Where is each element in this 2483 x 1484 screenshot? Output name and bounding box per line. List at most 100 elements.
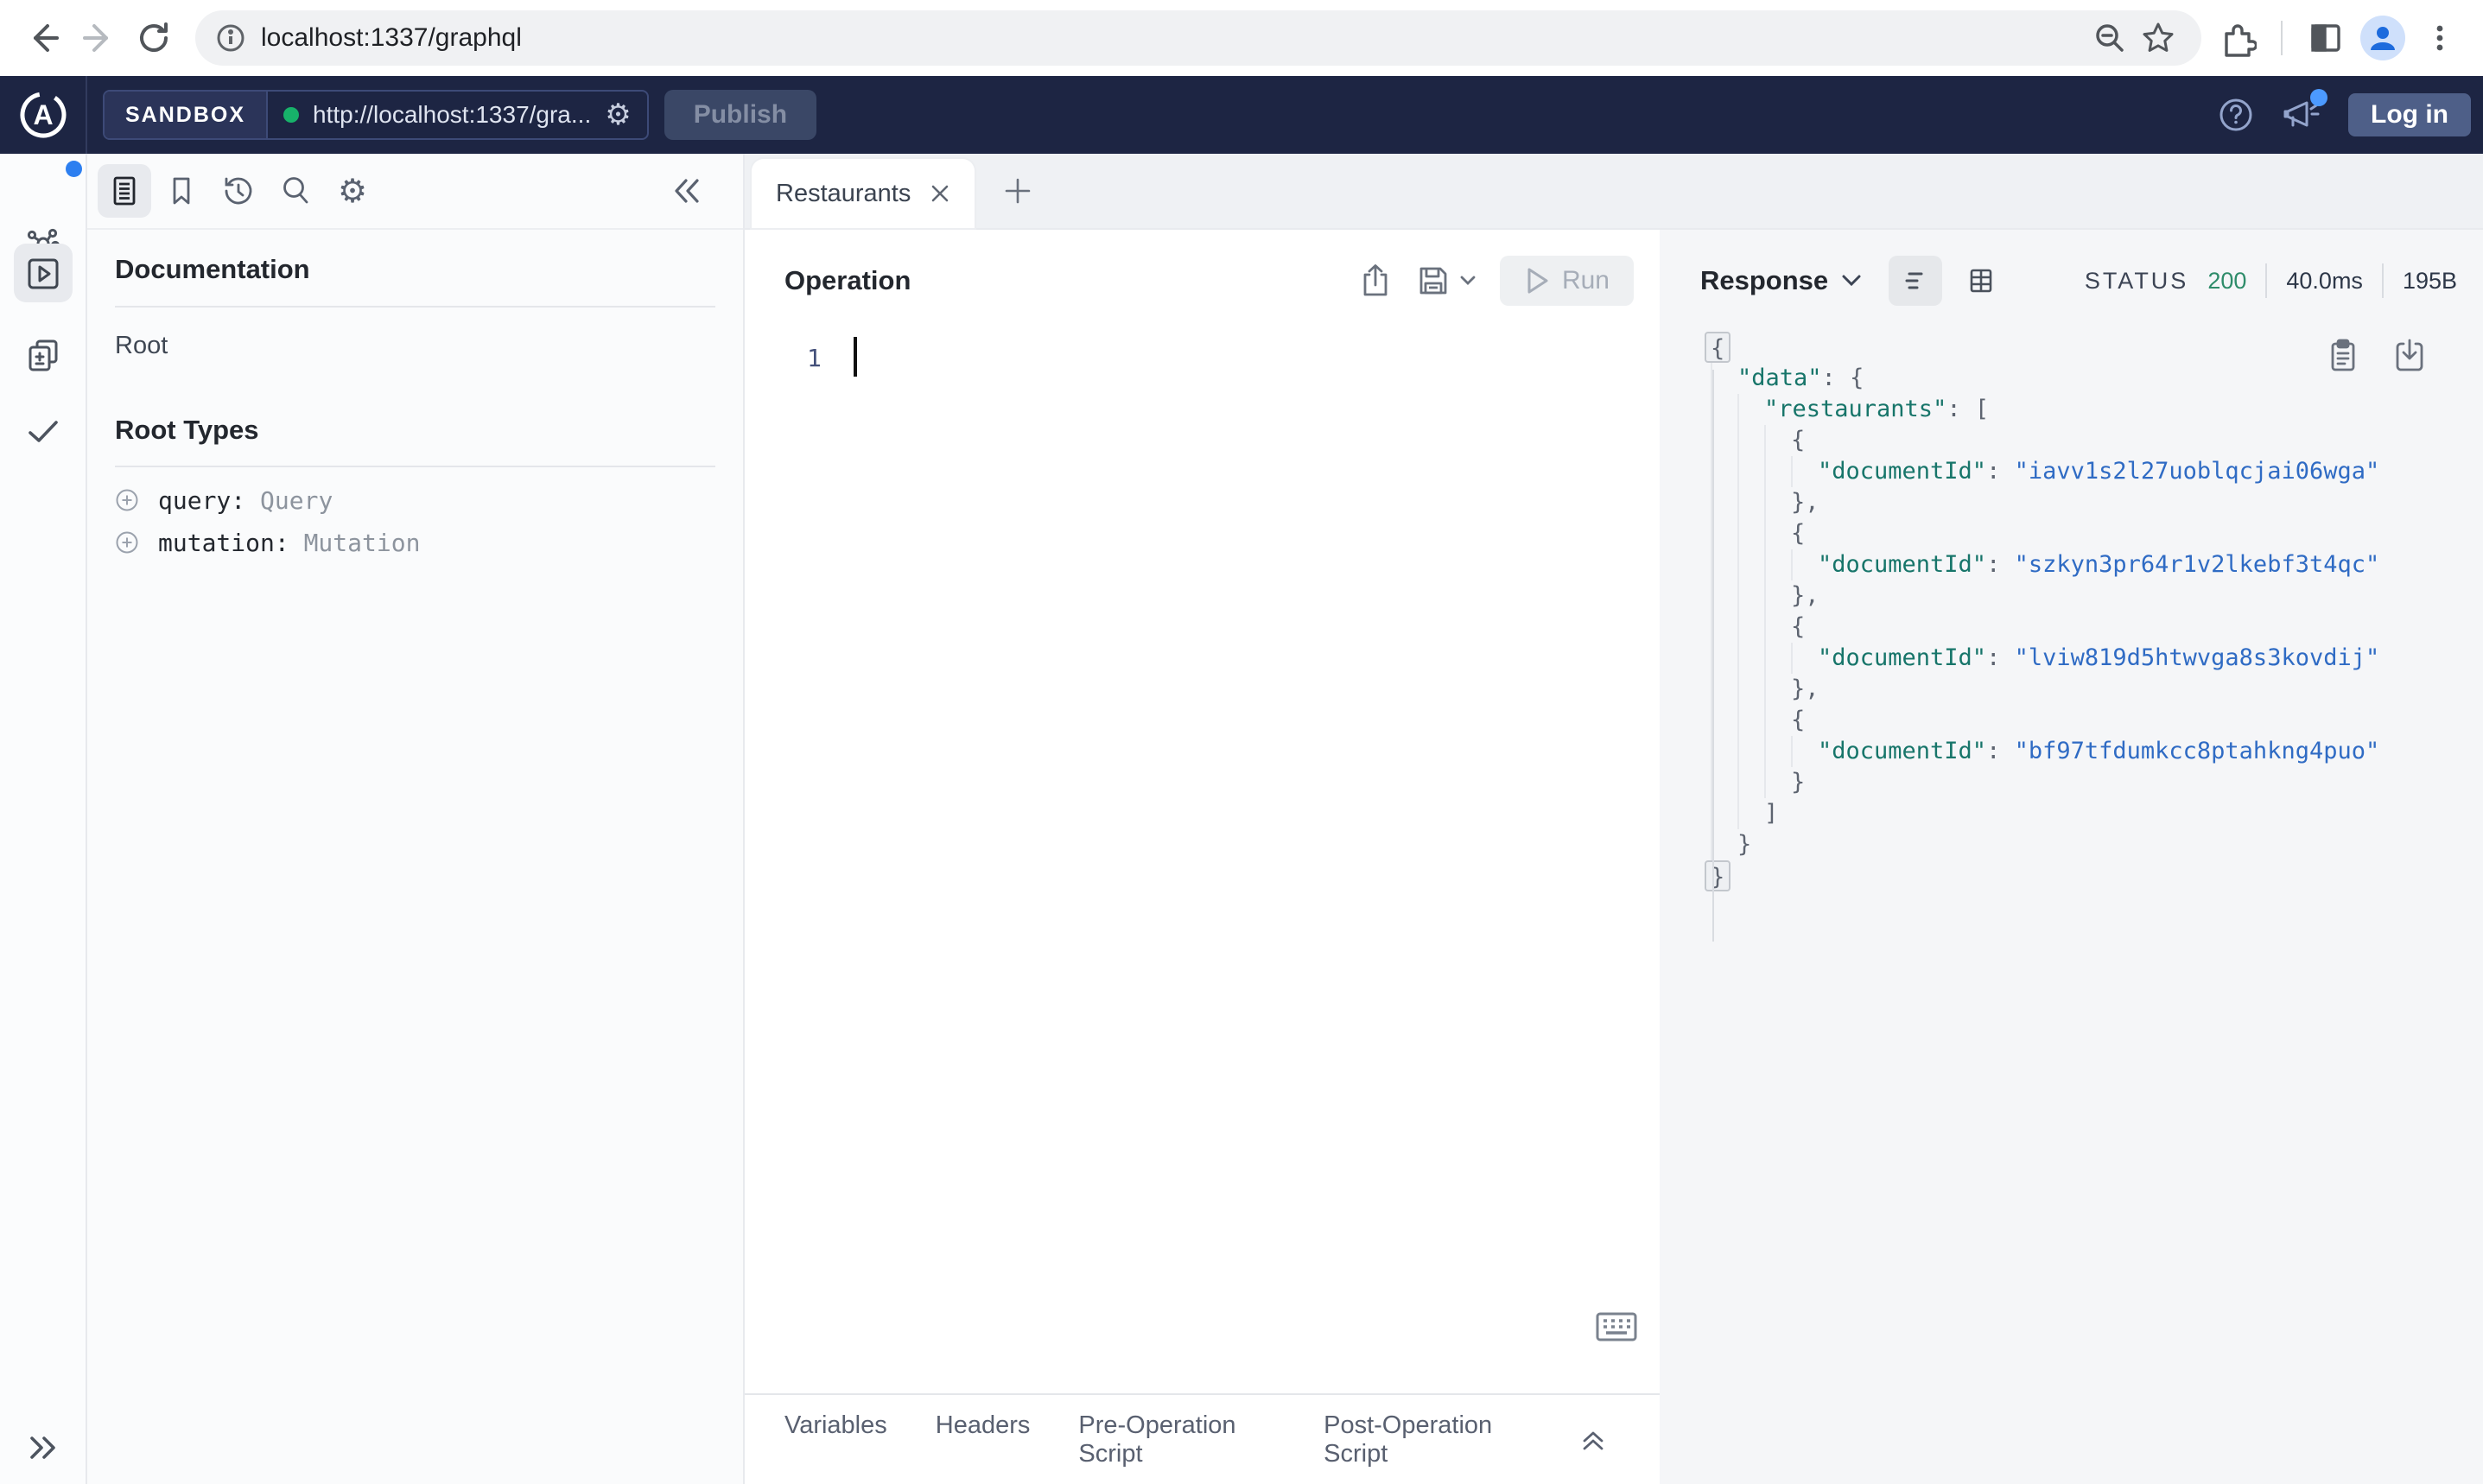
schema-update-dot [66, 161, 82, 177]
tab-strip: Restaurants [745, 154, 2483, 230]
apollo-logo[interactable]: A [0, 76, 87, 154]
browser-url-bar[interactable]: localhost:1337/graphql [195, 10, 2201, 66]
endpoint-selector[interactable]: SANDBOX http://localhost:1337/gra... ⚙ [103, 90, 649, 140]
profile-avatar[interactable] [2360, 16, 2405, 60]
fold-toggle[interactable]: } [1705, 860, 1731, 891]
type-field-name: query: [158, 485, 261, 515]
keyboard-shortcuts-icon[interactable] [1595, 1311, 1638, 1342]
response-size: 195B [2402, 267, 2457, 294]
json-line: "documentId": "bf97tfdumkcc8ptahkng4puo" [1711, 736, 2379, 767]
announcements-icon[interactable] [2281, 89, 2328, 134]
response-title: Response [1700, 265, 1829, 295]
response-json[interactable]: {"data": {"restaurants": [{"documentId":… [1705, 332, 2379, 942]
json-line: }, [1711, 580, 2379, 612]
json-line: { [1711, 612, 2379, 643]
response-metrics: STATUS 200 40.0ms 195B [2085, 263, 2457, 298]
metric-divider [2381, 263, 2384, 298]
json-line: { [1705, 332, 2379, 363]
save-operation-group[interactable] [1415, 263, 1477, 299]
response-panel: Response STATUS 200 40.0ms 195B {"data"… [1660, 230, 2483, 1484]
json-line: "documentId": "lviw819d5htwvga8s3kovdij" [1711, 643, 2379, 674]
history-icon[interactable] [212, 164, 265, 218]
run-button[interactable]: Run [1499, 256, 1634, 306]
json-line: "documentId": "iavv1s2l27uoblqcjai06wga" [1711, 456, 2379, 487]
table-view-toggle[interactable] [1954, 256, 2008, 306]
changesets-icon[interactable] [24, 337, 62, 375]
browser-back-icon[interactable] [16, 10, 71, 66]
browser-forward-icon[interactable] [71, 10, 126, 66]
side-panel-icon[interactable] [2298, 10, 2353, 66]
new-tab-icon[interactable] [997, 170, 1038, 212]
collapse-footer-icon[interactable] [1578, 1425, 1608, 1455]
extensions-icon[interactable] [2210, 10, 2265, 66]
json-line: "documentId": "szkyn3pr64r1v2lkebf3t4qc" [1711, 549, 2379, 580]
url-text[interactable]: localhost:1337/graphql [261, 23, 2086, 53]
toolbar-divider [2281, 21, 2283, 55]
zoom-out-icon[interactable] [2086, 14, 2134, 62]
saved-operations-icon[interactable] [155, 164, 208, 218]
search-icon[interactable] [269, 164, 322, 218]
response-title-group[interactable]: Response [1700, 265, 1863, 296]
type-field-type: Query [260, 485, 333, 515]
tab-close-icon[interactable] [923, 176, 957, 211]
settings-gear-icon[interactable]: ⚙ [326, 164, 379, 218]
connected-status-dot [283, 107, 300, 123]
site-info-icon[interactable] [214, 22, 247, 54]
collapse-panel-icon[interactable] [670, 176, 705, 206]
divider [115, 466, 715, 467]
endpoint-settings-icon[interactable]: ⚙ [605, 100, 631, 130]
json-line: } [1705, 860, 2379, 891]
checks-icon[interactable] [24, 413, 62, 451]
publish-button[interactable]: Publish [664, 90, 817, 140]
json-line: { [1711, 425, 2379, 456]
json-line: ] [1711, 798, 2379, 829]
documentation-tab-icon[interactable] [98, 164, 151, 218]
operation-footer-tabs: Variables Headers Pre-Operation Script Post… [784, 1411, 1530, 1468]
fold-toggle[interactable]: { [1705, 332, 1731, 363]
operation-editor[interactable]: 1 [745, 306, 1660, 377]
docs-toolbar: ⚙ [87, 154, 743, 230]
apollo-header: A SANDBOX http://localhost:1337/gra... ⚙… [0, 76, 2483, 154]
json-line: "data": { [1711, 363, 2379, 394]
login-button[interactable]: Log in [2348, 93, 2471, 136]
editor-caret [854, 337, 857, 377]
expand-plus-icon[interactable] [115, 530, 139, 555]
footer-tab-headers[interactable]: Headers [936, 1411, 1031, 1468]
json-line: } [1711, 829, 2379, 860]
fold-guide-line [1712, 370, 1714, 942]
browser-menu-icon[interactable] [2412, 10, 2467, 66]
root-type-query[interactable]: query: Query [115, 485, 715, 516]
save-options-chevron-icon [1460, 276, 1476, 285]
status-code: 200 [2207, 267, 2247, 294]
share-operation-icon[interactable] [1358, 262, 1393, 300]
json-line: }, [1711, 487, 2379, 518]
endpoint-url[interactable]: http://localhost:1337/gra... [313, 101, 591, 129]
expand-plus-icon[interactable] [115, 488, 139, 512]
divider [115, 306, 715, 308]
svg-text:A: A [33, 99, 53, 130]
tab-restaurants[interactable]: Restaurants [752, 159, 975, 228]
docs-root-item[interactable]: Root [115, 331, 715, 360]
response-dropdown-chevron-icon [1842, 275, 1861, 287]
docs-title: Documentation [115, 254, 310, 284]
explorer-play-icon[interactable] [25, 256, 61, 292]
footer-tab-post-operation-script[interactable]: Post-Operation Script [1324, 1411, 1530, 1468]
json-view-toggle[interactable] [1889, 256, 1943, 306]
browser-chrome: localhost:1337/graphql [0, 0, 2483, 76]
bookmark-star-icon[interactable] [2134, 14, 2182, 62]
root-type-mutation[interactable]: mutation: Mutation [115, 527, 715, 558]
json-line: "restaurants": [ [1711, 394, 2379, 425]
footer-tab-variables[interactable]: Variables [784, 1411, 887, 1468]
json-line: { [1711, 705, 2379, 736]
response-time: 40.0ms [2286, 267, 2363, 294]
copy-response-icon[interactable] [2326, 337, 2360, 375]
json-line: }, [1711, 674, 2379, 705]
help-icon[interactable] [2217, 96, 2255, 134]
footer-tab-pre-operation-script[interactable]: Pre-Operation Script [1078, 1411, 1275, 1468]
browser-reload-icon[interactable] [126, 10, 181, 66]
download-response-icon[interactable] [2391, 337, 2428, 375]
save-icon [1419, 267, 1447, 295]
browser-toolbar-right [2210, 10, 2467, 66]
expand-rail-icon[interactable] [25, 1432, 61, 1463]
metric-divider [2265, 263, 2268, 298]
